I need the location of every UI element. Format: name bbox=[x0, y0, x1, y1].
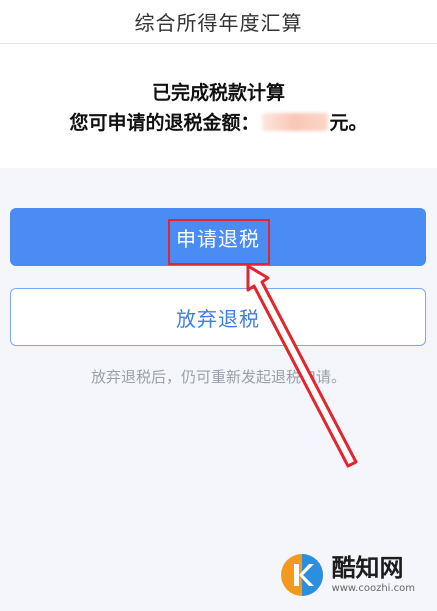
watermark: 酷知网 www.coozhi.com bbox=[280, 549, 415, 601]
coozhi-logo-icon bbox=[280, 554, 323, 596]
calculation-status: 已完成税款计算 bbox=[151, 82, 285, 104]
page-header: 综合所得年度汇算 bbox=[0, 0, 437, 44]
result-card: 已完成税款计算 您可申请的退税金额： 元。 bbox=[0, 44, 437, 168]
abandon-refund-button[interactable]: 放弃退税 bbox=[10, 288, 426, 346]
watermark-url: www.coozhi.com bbox=[331, 583, 415, 594]
annotation-highlight-box bbox=[168, 219, 270, 265]
abandon-hint-text: 放弃退税后，仍可重新发起退税申请。 bbox=[90, 368, 346, 386]
refund-amount-redacted bbox=[261, 113, 328, 131]
refund-amount-unit: 元。 bbox=[329, 112, 368, 134]
watermark-text: 酷知网 www.coozhi.com bbox=[332, 554, 415, 596]
refund-amount-line: 您可申请的退税金额： 元。 bbox=[0, 108, 437, 135]
watermark-name: 酷知网 bbox=[331, 554, 404, 582]
refund-amount-label: 您可申请的退税金额： bbox=[69, 112, 260, 134]
page-title: 综合所得年度汇算 bbox=[134, 11, 303, 35]
